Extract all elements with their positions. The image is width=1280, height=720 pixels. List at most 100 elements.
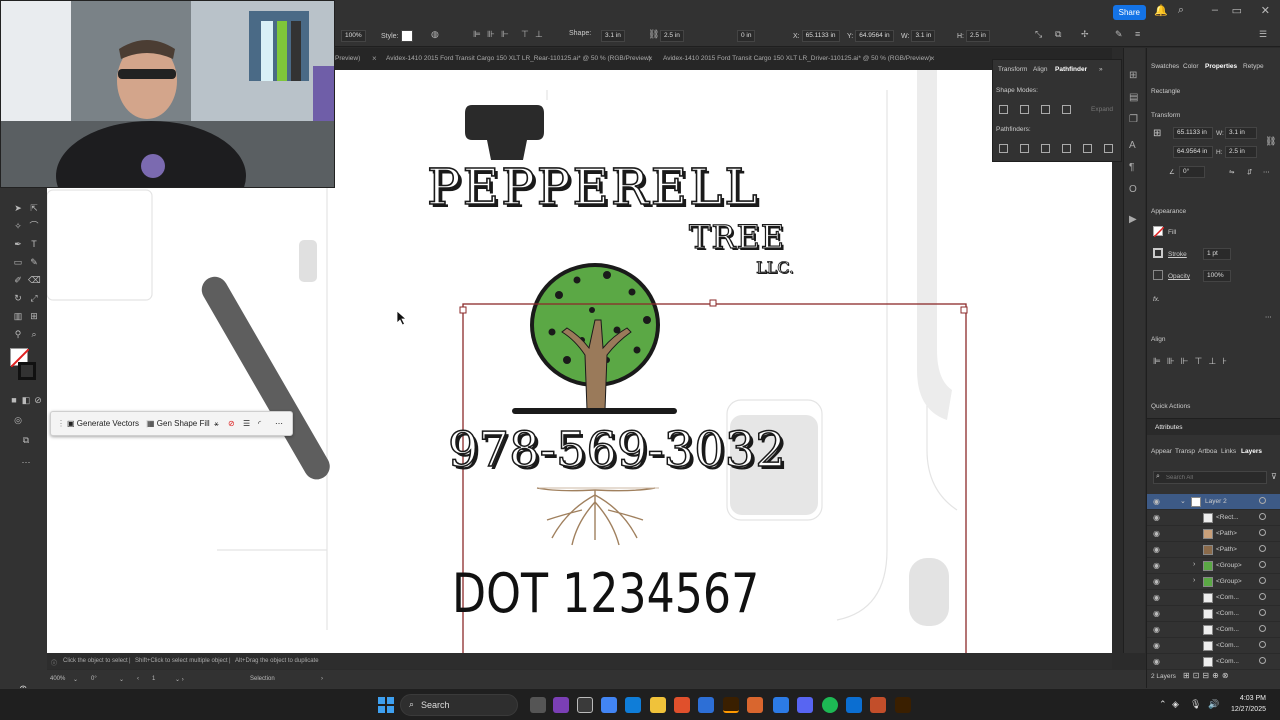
- tab-properties[interactable]: Properties: [1205, 63, 1237, 70]
- zoom-tool-icon[interactable]: ⌕: [28, 328, 40, 340]
- exclude-icon[interactable]: [1062, 105, 1071, 114]
- align-center-icon[interactable]: ⊪: [487, 29, 495, 40]
- discord-icon[interactable]: [797, 697, 813, 713]
- gradient-mode-icon[interactable]: ◧: [20, 394, 32, 406]
- tab-rear[interactable]: Avidex-1410 2015 Ford Transit Cargo 150 …: [386, 55, 651, 62]
- recolor-icon[interactable]: ◍: [431, 29, 439, 40]
- align-right-icon[interactable]: ⊩: [501, 29, 509, 40]
- visibility-icon[interactable]: ◉: [1153, 657, 1160, 666]
- app-icon[interactable]: [870, 697, 886, 713]
- stroke-swatch[interactable]: [18, 362, 36, 380]
- opacity-label[interactable]: Opacity: [1168, 273, 1190, 280]
- target-icon[interactable]: [1259, 497, 1266, 504]
- current-tool[interactable]: Selection: [250, 676, 275, 682]
- layer-name[interactable]: Layer 2: [1205, 498, 1227, 505]
- eraser-icon[interactable]: ⌫: [28, 274, 41, 286]
- selection-tool-icon[interactable]: ➤: [12, 202, 24, 214]
- visibility-icon[interactable]: ◉: [1153, 545, 1160, 554]
- x-field[interactable]: 65.1133 in: [1173, 127, 1213, 139]
- close-icon[interactable]: ✕: [1261, 4, 1270, 17]
- no-fill-icon[interactable]: ⊘: [228, 419, 235, 428]
- angle-field[interactable]: 0°: [1179, 166, 1205, 178]
- visibility-icon[interactable]: ◉: [1153, 625, 1160, 634]
- tab-layers[interactable]: Layers: [1241, 448, 1262, 455]
- visibility-icon[interactable]: ◉: [1153, 609, 1160, 618]
- divide-icon[interactable]: [999, 144, 1008, 153]
- outline-icon[interactable]: [1083, 144, 1092, 153]
- layer-name[interactable]: <Com...: [1216, 594, 1239, 601]
- isolate-icon[interactable]: ⧉: [1055, 29, 1061, 40]
- chrome-icon[interactable]: [577, 697, 593, 713]
- opentype-icon[interactable]: O: [1129, 184, 1137, 195]
- app-icon[interactable]: [747, 697, 763, 713]
- w-field[interactable]: 3.1 in: [911, 30, 936, 42]
- target-icon[interactable]: [1259, 529, 1266, 536]
- panel-menu-icon[interactable]: »: [1099, 66, 1103, 73]
- filter-icon[interactable]: ⊽: [1271, 472, 1277, 481]
- zoom-level[interactable]: 400%: [50, 676, 65, 682]
- expand-button[interactable]: Expand: [1091, 106, 1113, 113]
- visibility-icon[interactable]: ◉: [1153, 561, 1160, 570]
- minus-front-icon[interactable]: [1020, 105, 1029, 114]
- transform-icon[interactable]: ⤡: [1035, 29, 1042, 40]
- visibility-icon[interactable]: ◉: [1153, 641, 1160, 650]
- target-icon[interactable]: [1259, 561, 1266, 568]
- stroke-swatch[interactable]: [1153, 248, 1163, 258]
- merge-icon[interactable]: [1041, 144, 1050, 153]
- crop-icon[interactable]: [1062, 144, 1071, 153]
- shape-height-field[interactable]: 2.5 in: [660, 30, 684, 42]
- artboard-tool-icon[interactable]: ⊞: [28, 310, 40, 322]
- layer-name[interactable]: <Com...: [1216, 642, 1239, 649]
- bell-icon[interactable]: 🔔: [1154, 4, 1168, 17]
- visibility-icon[interactable]: ◉: [1153, 529, 1160, 538]
- network-icon[interactable]: ◈: [1172, 699, 1179, 710]
- minimize-icon[interactable]: –: [1212, 4, 1218, 16]
- align-middle-icon[interactable]: ⊥: [535, 29, 543, 40]
- align-left-icon[interactable]: ⊫: [473, 29, 481, 40]
- more-tools-icon[interactable]: ⋯: [20, 456, 32, 468]
- tab-previous[interactable]: Preview): [335, 55, 360, 62]
- spotify-icon[interactable]: [822, 697, 838, 713]
- shape-width-field[interactable]: 3.1 in: [601, 30, 625, 42]
- layer-name[interactable]: <Rect...: [1216, 514, 1239, 521]
- tray-chevron-icon[interactable]: ⌃: [1159, 699, 1167, 710]
- target-icon[interactable]: [1259, 657, 1266, 664]
- shaper-tool-icon[interactable]: ✐: [12, 274, 24, 286]
- target-icon[interactable]: [1259, 641, 1266, 648]
- layer-row[interactable]: ◉ <Com...: [1147, 638, 1280, 654]
- layers-icon[interactable]: ❐: [1129, 114, 1138, 125]
- layer-row[interactable]: ◉ <Com...: [1147, 654, 1280, 670]
- graph-tool-icon[interactable]: ▥: [12, 310, 24, 322]
- screen-mode-icon[interactable]: ⧉: [20, 434, 32, 446]
- tab-retype[interactable]: Retype: [1243, 63, 1264, 70]
- artboards-icon[interactable]: ▤: [1129, 92, 1138, 103]
- stroke-weight-field[interactable]: 1 pt: [1203, 248, 1231, 260]
- phone-number[interactable]: 978-569-3032: [447, 421, 786, 479]
- search-icon[interactable]: ⌕: [1178, 4, 1184, 17]
- volume-icon[interactable]: 🔊: [1208, 699, 1219, 710]
- rectangle-tool-icon[interactable]: ▭: [12, 256, 24, 268]
- rotate-tool-icon[interactable]: ↻: [12, 292, 24, 304]
- layer-row[interactable]: ◉ › <Group>: [1147, 558, 1280, 574]
- app-icon[interactable]: [553, 697, 569, 713]
- minus-back-icon[interactable]: [1104, 144, 1113, 153]
- layer-actions-icon[interactable]: ⊞⊡⊟⊕⊗: [1183, 671, 1232, 680]
- pen-tool-icon[interactable]: ✒: [12, 238, 24, 250]
- more-options-icon[interactable]: ⋯: [275, 419, 283, 428]
- play-icon[interactable]: ▶: [1129, 214, 1137, 225]
- task-view-icon[interactable]: [530, 697, 546, 713]
- tab-color[interactable]: Color: [1183, 63, 1199, 70]
- layer-row[interactable]: ◉ <Com...: [1147, 590, 1280, 606]
- character-icon[interactable]: A: [1129, 140, 1136, 151]
- layer-row[interactable]: ◉ › <Group>: [1147, 574, 1280, 590]
- start-icon[interactable]: [378, 697, 394, 713]
- generate-vectors-button[interactable]: ▣ Generate Vectors: [67, 419, 139, 428]
- y-field[interactable]: 64.9564 in: [1173, 146, 1213, 158]
- target-icon[interactable]: [1259, 577, 1266, 584]
- menu-icon[interactable]: ≡: [1135, 29, 1140, 39]
- close-tab-icon[interactable]: ×: [648, 54, 653, 63]
- maximize-icon[interactable]: ▭: [1232, 4, 1242, 17]
- visibility-icon[interactable]: ◉: [1153, 497, 1160, 506]
- more-appearance-icon[interactable]: ⋯: [1265, 313, 1272, 321]
- layer-row[interactable]: ◉ <Com...: [1147, 606, 1280, 622]
